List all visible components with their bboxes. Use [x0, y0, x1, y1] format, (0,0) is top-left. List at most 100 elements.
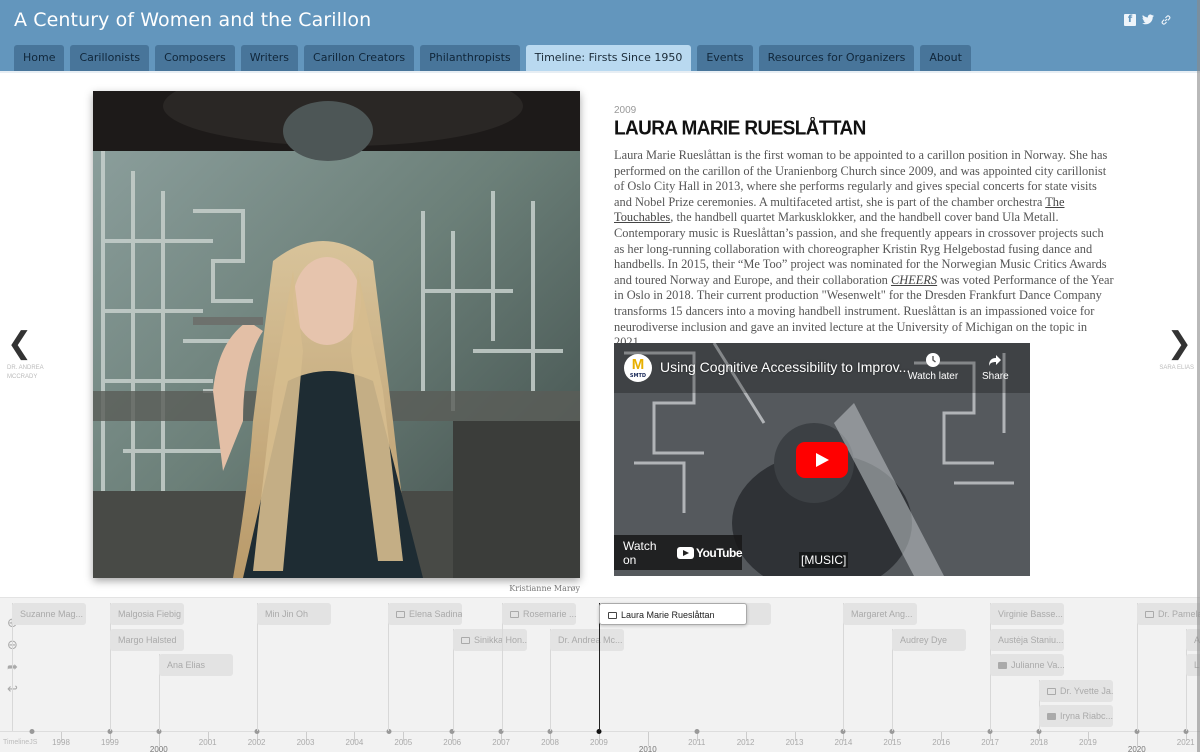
tab-about[interactable]: About [920, 45, 971, 72]
image-icon [510, 611, 519, 618]
axis-tick [1136, 732, 1138, 746]
axis-year-label: 2018 [1030, 738, 1048, 747]
timeline-marker[interactable]: Ana Elias [159, 654, 233, 676]
axis-year-label: 2011 [688, 738, 706, 747]
timeline-marker[interactable]: Dr. Pamela ... [1137, 603, 1200, 625]
timeline-marker[interactable]: Dr. Andrea Mc... [550, 628, 624, 651]
timeline-marker[interactable]: Elena Sadina [388, 603, 462, 625]
timeline-marker-label: Dr. Andrea Mc... [558, 634, 623, 645]
channel-logo[interactable]: M SMTD [624, 354, 652, 382]
tab-philanthropists[interactable]: Philanthropists [420, 45, 520, 72]
video-icon [1047, 713, 1056, 720]
timeline-slide: Kristianne Marøy 2009 LAURA MARIE RUESLÅ… [0, 73, 1200, 597]
timeline-marker[interactable]: Sinikka Hon... [453, 628, 527, 651]
timeline-marker-label: Iryna Riabc... [1060, 711, 1113, 721]
video-caption: [MUSIC] [799, 552, 849, 568]
timeline-marker[interactable]: Rosemarie ... [502, 603, 576, 625]
image-icon [461, 636, 470, 644]
slide-photo [93, 91, 580, 578]
timeline-marker-label: Austėja Staniu... [998, 634, 1064, 645]
timeline-axis: TimelineJS 1998 1999 2000 2001 2002 2003 2004 2… [0, 729, 1200, 752]
share-button[interactable]: Share [982, 353, 1009, 382]
tab-resources-for-organizers[interactable]: Resources for Organizers [758, 45, 915, 72]
video-icon [998, 662, 1007, 669]
timeline-marker-label: Margo Halsted [118, 634, 177, 645]
timeline-marker[interactable]: Malgosia Fiebig [110, 603, 184, 625]
axis-year-label: 2003 [296, 738, 315, 747]
channel-logo-sub: SMTD [629, 373, 647, 379]
site-title[interactable]: A Century of Women and the Carillon [14, 9, 371, 31]
slide-body: Laura Marie Rueslåttan is the first woma… [614, 148, 1114, 351]
watch-later-button[interactable]: Watch later [908, 353, 958, 382]
twitter-icon[interactable] [1142, 14, 1154, 26]
axis-event-dot [29, 729, 35, 734]
axis-year-label: 2005 [394, 738, 413, 747]
axis-year-label: 2019 [1078, 738, 1097, 747]
tab-carillon-creators[interactable]: Carillon Creators [304, 45, 415, 72]
timeline-marker[interactable]: Dr. Yvette Ja... [1039, 679, 1113, 702]
youtube-logo: YouTube [676, 545, 743, 560]
clock-icon [926, 353, 941, 367]
timeline-marker[interactable]: Virginie Basse... [990, 603, 1064, 625]
timeline-marker[interactable]: Iryna Riabc... [1039, 705, 1113, 727]
tab-home[interactable]: Home [14, 45, 65, 72]
watch-on-youtube-button[interactable]: Watch on YouTube [614, 535, 743, 570]
timeline-marker[interactable]: Audrey Dye [892, 628, 966, 651]
timeline-navigator: ⊕ ⊖ ➦ ↩ TimelineJS 199819992000200120022… [0, 597, 1200, 752]
timeline-marker-label: Dr. Pamela ... [1158, 609, 1200, 619]
timeline-marker[interactable]: Suzanne Mag... [12, 603, 86, 625]
timeline-marker[interactable]: Margaret Ang... [843, 603, 917, 625]
timeline-marker-label: Audrey Dye [900, 634, 948, 645]
axis-year-label: 2017 [981, 738, 999, 747]
timelinejs-brand[interactable]: TimelineJS [3, 739, 37, 746]
youtube-wordmark: YouTube [695, 545, 743, 560]
next-slide-label: SARA ELIAS [1159, 365, 1194, 371]
tab-writers[interactable]: Writers [240, 45, 299, 72]
tab-events[interactable]: Events [697, 45, 753, 72]
axis-year-label: 1998 [52, 738, 70, 747]
body-text-part: Laura Marie Rueslåttan is the first woma… [614, 148, 1108, 209]
tab-composers[interactable]: Composers [155, 45, 235, 72]
image-icon [608, 612, 617, 619]
axis-year-label: 2012 [736, 738, 755, 747]
axis-year-label: 2014 [834, 738, 853, 747]
tab-timeline-firsts-since-1950[interactable]: Timeline: Firsts Since 1950 [525, 45, 692, 72]
chevron-left-icon: ❮ [7, 326, 33, 361]
timeline-marker-label: Margaret Ang... [851, 609, 913, 619]
timeline-marker-label: Elena Sadina [409, 609, 462, 619]
timeline-marker[interactable]: Austėja Staniu... [990, 628, 1064, 651]
video-title[interactable]: Using Cognitive Accessibility to Improv.… [660, 359, 910, 375]
timeline-marker-label: Laura Marie Rueslåttan [621, 610, 715, 620]
share-label: Share [982, 371, 1009, 382]
axis-year-label: 2020 [1127, 745, 1146, 752]
timeline-marker[interactable]: Margo Halsted [110, 628, 184, 651]
timeline-marker-label: Malgosia Fiebig [118, 609, 182, 619]
cheers-link[interactable]: CHEERS [891, 273, 937, 287]
timeline-marker-label: Rosemarie ... [523, 609, 576, 619]
timeline-marker-label: Julianne Va... [1011, 660, 1064, 670]
previous-slide-button[interactable]: ❮ DR. ANDREA MCCRADY [7, 326, 67, 382]
axis-year-label: 1999 [100, 738, 119, 747]
image-icon [396, 611, 405, 618]
chevron-right-icon: ❯ [1166, 326, 1192, 361]
facebook-icon[interactable]: f [1124, 14, 1136, 26]
timeline-marker[interactable]: Min Jin Oh [257, 603, 331, 625]
timeline-marker-active[interactable]: Laura Marie Rueslåttan [599, 603, 747, 625]
link-icon[interactable] [1160, 14, 1172, 26]
axis-year-label: 2007 [492, 738, 510, 747]
youtube-embed[interactable]: M SMTD Using Cognitive Accessibility to I… [614, 343, 1030, 576]
tab-carillonists[interactable]: Carillonists [70, 45, 150, 72]
image-icon [1047, 687, 1056, 695]
slide-headline: LAURA MARIE RUESLÅTTAN [614, 117, 866, 140]
timeline-marker[interactable]: Julianne Va... [990, 654, 1064, 676]
timeline-marker-label: Dr. Yvette Ja... [1060, 685, 1113, 696]
next-slide-button[interactable]: ❯ SARA ELIAS [1152, 326, 1200, 373]
youtube-play-icon [676, 546, 694, 559]
watch-on-label: Watch on [623, 538, 657, 567]
axis-event-dot [694, 729, 700, 734]
timeline-marker-label: Virginie Basse... [998, 609, 1063, 619]
image-icon [1145, 611, 1154, 618]
axis-year-label: 2010 [638, 745, 657, 752]
play-button[interactable] [796, 442, 848, 478]
axis-year-label: 2016 [932, 738, 951, 747]
